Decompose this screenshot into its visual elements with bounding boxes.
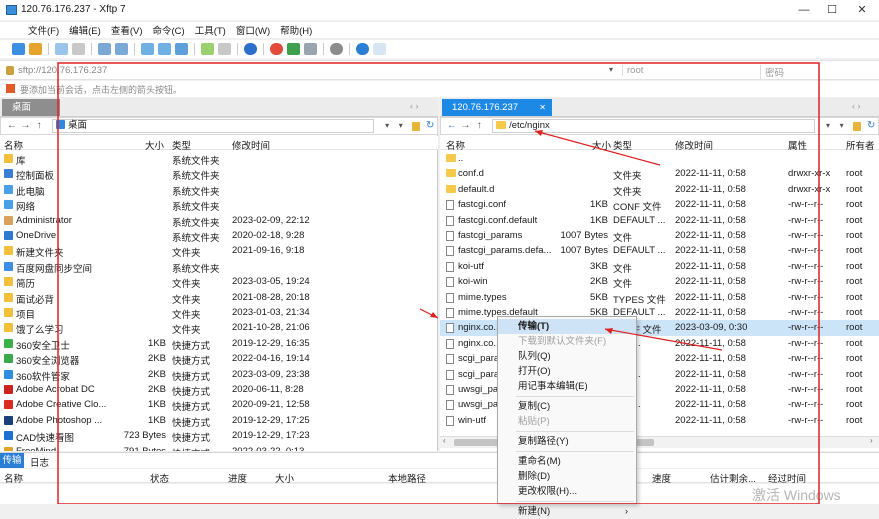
annotation-arrow <box>604 328 723 351</box>
annotation-arrowhead <box>535 130 543 136</box>
annotation-arrowhead <box>605 328 613 334</box>
annotation-arrow <box>534 130 661 166</box>
submenu-arrow-icon: › <box>624 506 628 517</box>
annotation-overlay <box>57 62 820 504</box>
context-menu-item[interactable]: 新建(N) › <box>498 504 636 519</box>
annotation-box <box>57 62 820 504</box>
menu-item-label: 新建(N) <box>518 506 551 517</box>
annotation-arrowhead <box>430 312 438 318</box>
